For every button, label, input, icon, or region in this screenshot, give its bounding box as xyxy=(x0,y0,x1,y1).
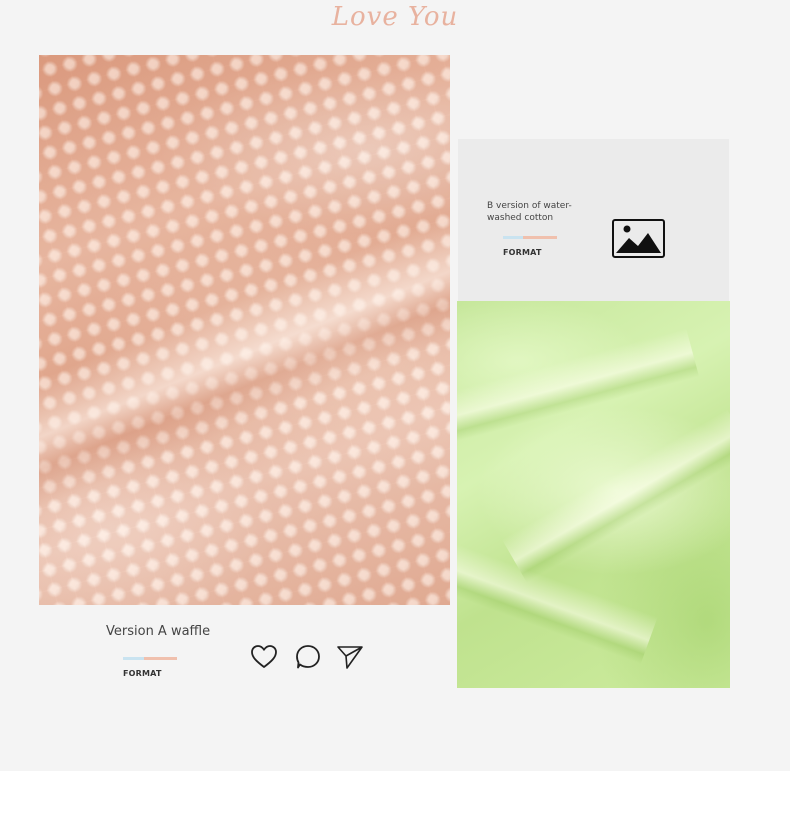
format-line-peach-b xyxy=(523,236,557,239)
fabric-crease xyxy=(501,409,730,583)
fabric-crease xyxy=(457,328,700,444)
send-icon[interactable] xyxy=(336,643,364,671)
image-icon[interactable] xyxy=(612,219,665,258)
format-line-blue xyxy=(123,657,144,660)
script-title: Love You xyxy=(331,2,459,32)
format-label-b: FORMAT xyxy=(503,248,542,257)
product-b-caption: B version of water-washed cotton xyxy=(487,201,572,223)
format-label-a: FORMAT xyxy=(123,669,162,678)
waffle-fabric-photo[interactable] xyxy=(39,55,450,605)
heart-icon[interactable] xyxy=(250,643,278,671)
product-a-caption: Version A waffle xyxy=(106,624,211,639)
format-line-blue-b xyxy=(503,236,523,239)
format-line-peach xyxy=(144,657,177,660)
comment-icon[interactable] xyxy=(294,643,322,671)
green-cotton-photo[interactable] xyxy=(457,301,730,688)
